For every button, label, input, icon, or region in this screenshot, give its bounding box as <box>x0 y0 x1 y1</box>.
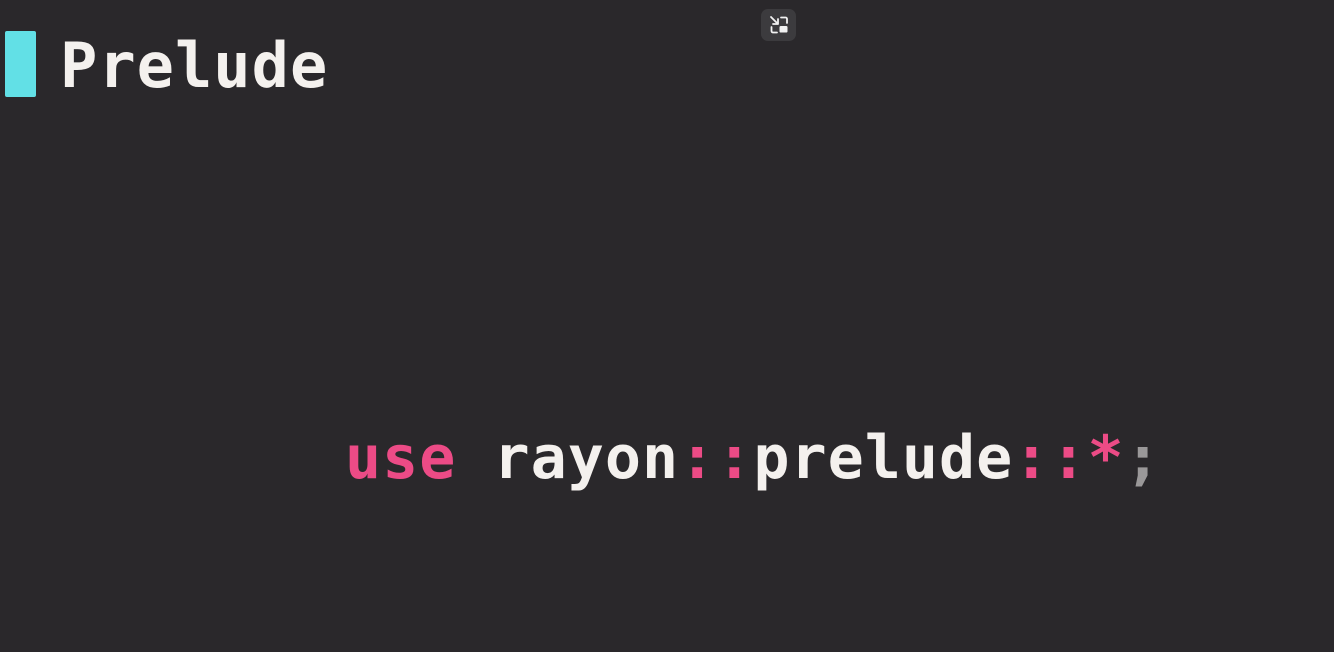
title-accent-bar <box>5 31 36 97</box>
code-module-prelude: prelude <box>753 423 1014 493</box>
code-semicolon: ; <box>1124 423 1162 493</box>
exit-picture-in-picture-icon <box>769 15 789 35</box>
code-keyword-use: use <box>345 423 457 493</box>
picture-in-picture-button[interactable] <box>761 9 796 41</box>
video-slide: Prelude use rayon::prelude::*; <box>0 0 1334 652</box>
code-crate-rayon: rayon <box>493 423 680 493</box>
slide-title: Prelude <box>60 29 329 102</box>
code-line: use rayon::prelude::*; <box>345 418 1162 498</box>
code-glob-import: * <box>1087 423 1125 493</box>
code-path-separator: :: <box>679 423 754 493</box>
code-path-separator: :: <box>1013 423 1088 493</box>
